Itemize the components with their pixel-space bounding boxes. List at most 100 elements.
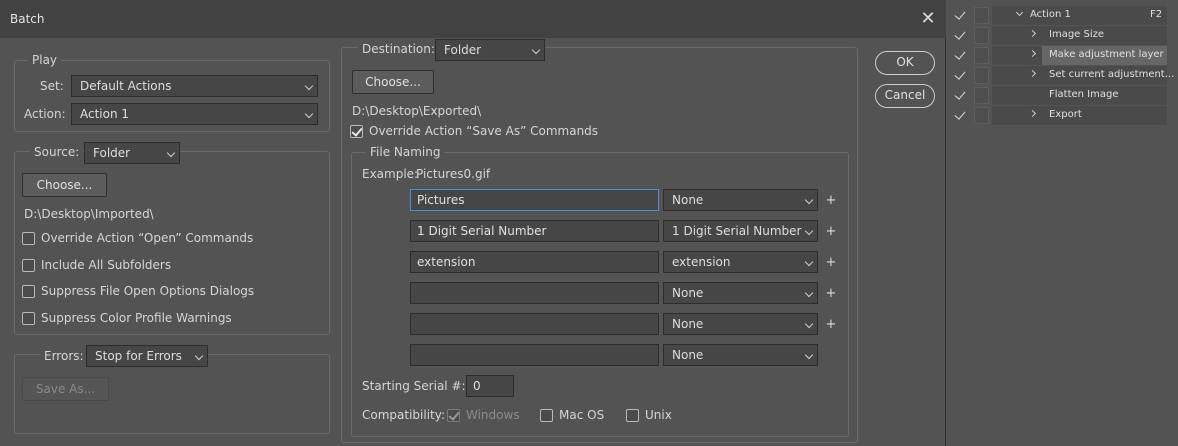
errors-select[interactable]: Stop for Errors	[86, 345, 208, 367]
action-name-cell: Flatten Image	[992, 86, 1167, 105]
add-row-button[interactable]: +	[824, 255, 838, 270]
add-row-button[interactable]: +	[824, 317, 838, 332]
compat-unix-checkbox[interactable]	[626, 408, 639, 422]
override-save-as-checkbox[interactable]	[350, 124, 363, 138]
naming-field-5[interactable]	[410, 313, 659, 335]
checkmark-icon[interactable]	[954, 48, 966, 60]
compat-macos-label: Mac OS	[559, 408, 605, 422]
title-bar: Batch ✕	[0, 0, 946, 38]
override-save-as-label: Override Action “Save As” Commands	[369, 124, 599, 138]
suppress-open-dialogs-checkbox[interactable]	[22, 284, 35, 298]
dialog-toggle[interactable]	[974, 87, 989, 104]
destination-choose-button[interactable]: Choose...	[352, 70, 434, 94]
actions-panel: Action 1 F2 Image Size Make adjustment l…	[947, 0, 1178, 446]
action-name-cell: Action 1 F2	[992, 6, 1167, 25]
naming-select-2[interactable]: 1 Digit Serial Number	[663, 220, 818, 242]
source-select[interactable]: Folder	[84, 142, 180, 164]
set-select[interactable]: Default Actions	[71, 75, 318, 97]
starting-serial-label: Starting Serial #:	[362, 379, 466, 393]
example-label: Example:	[362, 167, 419, 181]
suppress-color-warnings-label: Suppress Color Profile Warnings	[41, 311, 232, 325]
chevron-down-icon[interactable]	[1015, 8, 1024, 17]
action-select-value: Action 1	[80, 107, 130, 121]
add-row-button[interactable]: +	[824, 224, 838, 239]
action-step-row[interactable]: Set current adjustment...	[947, 66, 1174, 85]
dialog-toggle[interactable]	[974, 47, 989, 64]
naming-select-6-value: None	[672, 348, 704, 362]
chevron-down-icon	[194, 351, 204, 361]
errors-label: Errors:	[40, 349, 88, 363]
add-row-button[interactable]: +	[824, 193, 838, 208]
checkmark-icon[interactable]	[954, 8, 966, 20]
chevron-down-icon	[804, 288, 814, 298]
suppress-open-dialogs-option[interactable]: Suppress File Open Options Dialogs	[22, 283, 254, 299]
batch-dialog: Batch ✕ Play Set: Default Actions Action…	[0, 0, 946, 446]
action-step-row[interactable]: Make adjustment layer	[947, 46, 1167, 65]
dialog-toggle[interactable]	[974, 7, 989, 24]
naming-field-2[interactable]: 1 Digit Serial Number	[410, 220, 659, 242]
include-subfolders-checkbox[interactable]	[22, 258, 35, 272]
compat-macos-checkbox[interactable]	[540, 408, 553, 422]
compat-windows-option[interactable]: Windows	[447, 407, 520, 423]
include-subfolders-option[interactable]: Include All Subfolders	[22, 257, 171, 273]
chevron-down-icon	[304, 109, 314, 119]
chevron-down-icon	[166, 148, 176, 158]
naming-select-5[interactable]: None	[663, 313, 818, 335]
action-step-row[interactable]: Export	[947, 106, 1167, 125]
close-icon[interactable]: ✕	[916, 7, 940, 31]
action-step-label: Flatten Image	[1049, 89, 1119, 100]
action-row[interactable]: Action 1 F2	[947, 6, 1167, 25]
naming-select-4-value: None	[672, 286, 704, 300]
ok-button[interactable]: OK	[875, 51, 935, 75]
play-legend: Play	[28, 53, 62, 67]
dialog-toggle[interactable]	[974, 107, 989, 124]
dialog-toggle[interactable]	[974, 67, 989, 84]
chevron-down-icon	[804, 350, 814, 360]
checkmark-icon[interactable]	[954, 108, 966, 120]
naming-select-3[interactable]: extension	[663, 251, 818, 273]
naming-select-4[interactable]: None	[663, 282, 818, 304]
action-select[interactable]: Action 1	[71, 103, 318, 125]
file-naming-legend: File Naming	[366, 145, 445, 159]
compat-unix-option[interactable]: Unix	[626, 407, 672, 423]
compatibility-label: Compatibility:	[362, 408, 446, 422]
action-step-label: Make adjustment layer	[1049, 49, 1164, 60]
destination-select-value: Folder	[444, 43, 482, 57]
naming-field-3[interactable]: extension	[410, 251, 659, 273]
naming-select-6[interactable]: None	[663, 344, 818, 366]
chevron-down-icon	[531, 45, 541, 55]
naming-field-4[interactable]	[410, 282, 659, 304]
save-as-button[interactable]: Save As...	[22, 377, 109, 401]
action-step-row[interactable]: Image Size	[947, 26, 1167, 45]
chevron-right-icon[interactable]	[1028, 49, 1037, 58]
chevron-right-icon[interactable]	[1028, 69, 1037, 78]
starting-serial-input[interactable]: 0	[466, 375, 514, 397]
override-open-option[interactable]: Override Action “Open” Commands	[22, 230, 253, 246]
override-open-checkbox[interactable]	[22, 231, 35, 245]
override-save-as-option[interactable]: Override Action “Save As” Commands	[350, 123, 598, 139]
compat-macos-option[interactable]: Mac OS	[540, 407, 604, 423]
chevron-right-icon[interactable]	[1028, 109, 1037, 118]
action-step-row[interactable]: Flatten Image	[947, 86, 1167, 105]
naming-field-6[interactable]	[410, 344, 659, 366]
naming-select-1-value: None	[672, 193, 704, 207]
suppress-color-warnings-option[interactable]: Suppress Color Profile Warnings	[22, 310, 232, 326]
include-subfolders-label: Include All Subfolders	[41, 258, 172, 272]
naming-select-1[interactable]: None	[663, 189, 818, 211]
destination-path: D:\Desktop\Exported\	[352, 104, 482, 118]
add-row-button[interactable]: +	[824, 286, 838, 301]
checkmark-icon[interactable]	[954, 88, 966, 100]
naming-field-1[interactable]: Pictures	[410, 189, 659, 211]
checkmark-icon[interactable]	[954, 68, 966, 80]
compat-windows-checkbox[interactable]	[447, 408, 460, 422]
action-step-label: Image Size	[1049, 29, 1105, 40]
dialog-title: Batch	[10, 12, 45, 26]
checkmark-icon[interactable]	[954, 28, 966, 40]
source-choose-button[interactable]: Choose...	[22, 173, 107, 197]
suppress-color-warnings-checkbox[interactable]	[22, 311, 35, 325]
dialog-toggle[interactable]	[974, 27, 989, 44]
destination-select[interactable]: Folder	[435, 39, 545, 61]
cancel-button[interactable]: Cancel	[875, 84, 935, 108]
chevron-right-icon[interactable]	[1028, 29, 1037, 38]
destination-label: Destination:	[358, 42, 439, 56]
